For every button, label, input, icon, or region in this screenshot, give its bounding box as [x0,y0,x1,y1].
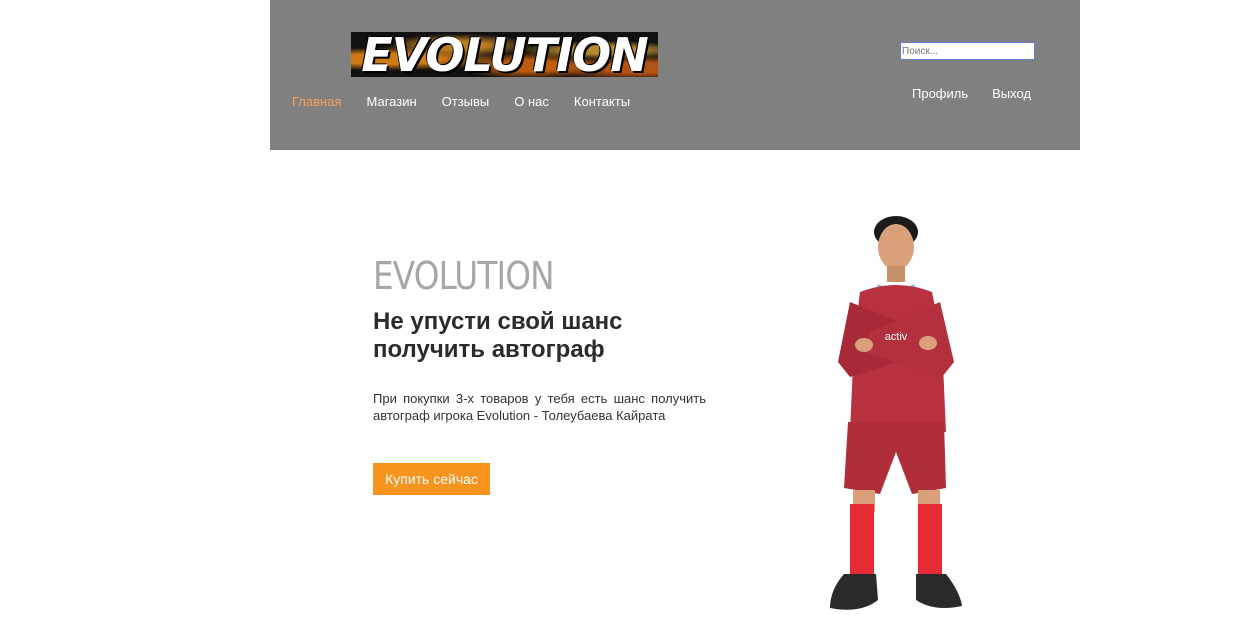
nav-item-contacts[interactable]: Контакты [574,94,630,110]
logout-link[interactable]: Выход [992,86,1031,101]
hero-headline-line-2: получить автограф [373,336,605,363]
evolution-logo[interactable]: EVOLUTION [351,32,658,77]
search-input[interactable] [900,42,1035,60]
jersey-text: activ [885,331,908,343]
main-nav: Главная Магазин Отзывы О нас Контакты [292,94,655,110]
hero-headline-line-1: Не упусти свой шанс [373,308,623,335]
nav-item-about[interactable]: О нас [514,94,549,110]
hero-headline: Не упусти свой шанс получить автограф [373,308,706,364]
user-links: Профиль Выход [912,86,1055,101]
hero-brand: EVOLUTION [373,254,555,298]
hero-section: EVOLUTION Не упусти свой шанс получить а… [373,254,706,424]
player-image: activ [830,216,962,610]
logo-text: EVOLUTION [361,32,649,77]
nav-item-shop[interactable]: Магазин [366,94,416,110]
hero-description: При покупки 3-х товаров у тебя есть шанс… [373,391,706,423]
nav-item-home[interactable]: Главная [292,94,341,110]
buy-now-button[interactable]: Купить сейчас [373,463,490,495]
nav-item-reviews[interactable]: Отзывы [442,94,490,110]
site-header: EVOLUTION Главная Магазин Отзывы О нас К… [270,0,1080,150]
profile-link[interactable]: Профиль [912,86,968,101]
